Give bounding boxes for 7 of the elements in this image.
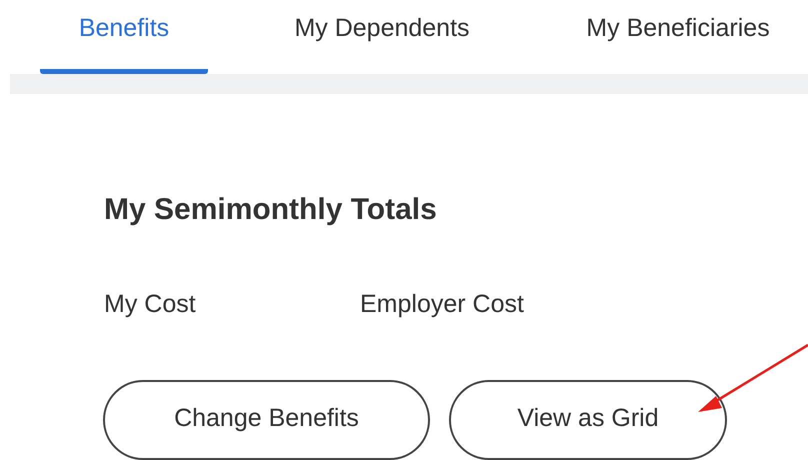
action-button[interactable]: View as Grid xyxy=(449,380,727,460)
cost-label: My Cost xyxy=(104,289,197,320)
cost-label: Employer Cost xyxy=(360,289,525,320)
tab[interactable]: My Dependents xyxy=(248,0,516,74)
section-title: My Semimonthly Totals xyxy=(104,192,438,228)
tab[interactable]: My Beneficiaries xyxy=(548,0,808,74)
action-button[interactable]: Change Benefits xyxy=(103,380,430,460)
